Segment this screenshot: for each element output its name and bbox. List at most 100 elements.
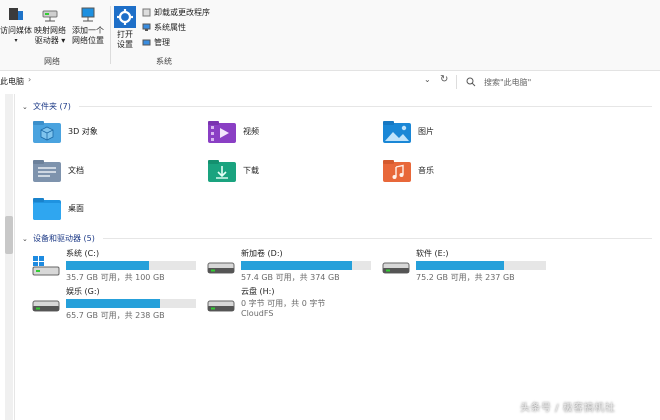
network-group-label: 网络 <box>44 57 60 66</box>
drive-usage-fill <box>66 261 150 270</box>
manage-icon <box>142 39 151 46</box>
pane-divider[interactable] <box>14 94 15 420</box>
music-icon <box>383 160 411 182</box>
add-network-location-button[interactable]: 添加一个 网络位置 <box>72 6 104 46</box>
system-props-label: 系统属性 <box>154 23 186 32</box>
address-bar: 此电脑 › ⌄ ↻ <box>0 71 660 93</box>
folder-label: 3D 对象 <box>68 126 98 136</box>
folder-label: 图片 <box>418 126 434 136</box>
access-media-label: 访问媒体 <box>0 26 32 35</box>
downloads-icon <box>208 160 236 182</box>
section-divider-line <box>102 238 652 239</box>
drive-free-space: 57.4 GB 可用，共 374 GB <box>241 273 340 282</box>
watermark: 头条号 / 极客搞机社 <box>520 403 616 414</box>
folder-3d-objects[interactable]: 3D 对象 <box>32 118 98 144</box>
collapse-chevron-icon[interactable]: ⌄ <box>22 103 30 111</box>
folders-section-header[interactable]: ⌄ 文件夹 (7) <box>22 101 652 112</box>
drive-icon <box>207 300 235 312</box>
system-group-label: 系统 <box>156 57 172 66</box>
folder-label: 桌面 <box>68 203 84 213</box>
drive-e[interactable]: 软件 (E:) 75.2 GB 可用，共 237 GB <box>382 249 546 283</box>
drive-name: 新加卷 (D:) <box>241 249 283 258</box>
drive-name: 云盘 (H:) <box>241 287 275 296</box>
drive-name: 软件 (E:) <box>416 249 449 258</box>
refresh-icon[interactable]: ↻ <box>440 74 448 85</box>
add-location-label-1: 添加一个 <box>72 26 104 35</box>
ribbon: 访问媒体 ▾ 映射网络 驱动器 ▾ 添加一个 网络位置 网络 打开 设置 卸载或… <box>0 0 660 71</box>
windows-drive-icon <box>32 256 60 276</box>
folder-music[interactable]: 音乐 <box>382 157 434 183</box>
drive-free-space: 0 字节 可用，共 0 字节 <box>241 299 326 308</box>
drive-usage-bar <box>66 261 196 270</box>
section-divider-line <box>78 106 652 107</box>
folder-label: 下载 <box>243 165 259 175</box>
drive-usage-bar <box>66 299 196 308</box>
open-settings-label-2: 设置 <box>117 40 133 49</box>
search-input[interactable] <box>482 76 646 88</box>
manage-button[interactable]: 管理 <box>142 37 170 48</box>
drive-usage-fill <box>416 261 505 270</box>
nav-scrollbar-thumb[interactable] <box>5 216 13 254</box>
documents-icon <box>33 160 61 182</box>
drive-free-space: 75.2 GB 可用，共 237 GB <box>416 273 515 282</box>
uninstall-programs-button[interactable]: 卸载或更改程序 <box>142 7 210 18</box>
drive-c[interactable]: 系统 (C:) 35.7 GB 可用，共 100 GB <box>32 249 196 283</box>
drive-usage-bar <box>241 261 371 270</box>
drives-section-header[interactable]: ⌄ 设备和驱动器 (5) <box>22 233 652 244</box>
search-box[interactable] <box>466 74 656 90</box>
drive-filesystem: CloudFS <box>241 309 274 318</box>
drive-usage-fill <box>66 299 160 308</box>
open-settings-label-1: 打开 <box>117 30 133 39</box>
address-divider <box>456 75 457 89</box>
add-location-label-2: 网络位置 <box>72 36 104 45</box>
network-drive-icon <box>42 10 58 22</box>
collapse-chevron-icon[interactable]: ⌄ <box>22 235 30 243</box>
ribbon-divider <box>110 6 111 64</box>
drive-d[interactable]: 新加卷 (D:) 57.4 GB 可用，共 374 GB <box>207 249 371 283</box>
drive-name: 娱乐 (G:) <box>66 287 100 296</box>
folder-label: 音乐 <box>418 165 434 175</box>
desktop-icon <box>33 198 61 220</box>
folder-documents[interactable]: 文档 <box>32 157 84 183</box>
folders-header-label: 文件夹 (7) <box>33 102 71 111</box>
folder-desktop[interactable]: 桌面 <box>32 195 84 221</box>
dropdown-arrow-icon: ▾ <box>14 37 18 44</box>
drive-icon <box>32 300 60 312</box>
breadcrumb-this-pc[interactable]: 此电脑 <box>0 76 24 87</box>
system-properties-button[interactable]: 系统属性 <box>142 22 186 33</box>
folder-label: 文档 <box>68 165 84 175</box>
videos-icon <box>208 121 236 143</box>
map-drive-button[interactable]: 映射网络 驱动器 ▾ <box>34 6 66 46</box>
drive-usage-bar <box>416 261 546 270</box>
folder-downloads[interactable]: 下载 <box>207 157 259 183</box>
search-icon <box>466 77 476 87</box>
nav-scrollbar-track[interactable] <box>5 94 13 420</box>
drive-h[interactable]: 云盘 (H:) 0 字节 可用，共 0 字节 CloudFS <box>207 287 325 319</box>
media-server-icon <box>9 8 23 20</box>
drive-free-space: 35.7 GB 可用，共 100 GB <box>66 273 165 282</box>
map-drive-label-2: 驱动器 ▾ <box>34 36 66 45</box>
pictures-icon <box>383 121 411 143</box>
system-properties-icon <box>142 23 151 31</box>
drive-usage-fill <box>241 261 352 270</box>
drives-header-label: 设备和驱动器 (5) <box>33 234 95 243</box>
uninstall-label: 卸载或更改程序 <box>154 8 210 17</box>
drive-icon <box>382 262 410 274</box>
manage-label: 管理 <box>154 38 170 47</box>
map-drive-label-1: 映射网络 <box>34 26 66 35</box>
drive-free-space: 65.7 GB 可用，共 238 GB <box>66 311 165 320</box>
network-location-icon <box>81 7 95 22</box>
3d-objects-icon <box>33 121 61 143</box>
folder-videos[interactable]: 视频 <box>207 118 259 144</box>
drive-icon <box>207 262 235 274</box>
drive-g[interactable]: 娱乐 (G:) 65.7 GB 可用，共 238 GB <box>32 287 196 321</box>
address-dropdown-icon[interactable]: ⌄ <box>424 75 431 84</box>
access-media-button[interactable]: 访问媒体 ▾ <box>0 6 32 46</box>
open-settings-button[interactable]: 打开 设置 <box>114 6 136 50</box>
folder-pictures[interactable]: 图片 <box>382 118 434 144</box>
breadcrumb-chevron-icon[interactable]: › <box>28 75 31 84</box>
settings-gear-icon <box>114 6 136 28</box>
uninstall-icon <box>142 8 151 17</box>
folder-label: 视频 <box>243 126 259 136</box>
drive-name: 系统 (C:) <box>66 249 100 258</box>
